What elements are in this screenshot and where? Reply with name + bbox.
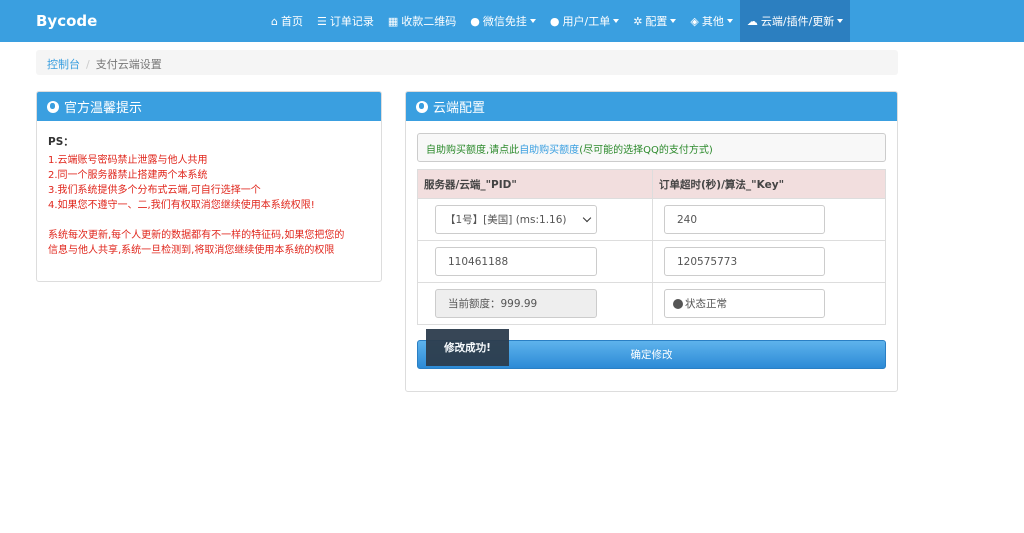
cube-icon: ◈: [690, 14, 699, 28]
globe-icon: [47, 100, 59, 113]
notice-rule-3: 3.我们系统提供多个分布式云端,可自行选择一个: [48, 185, 261, 196]
quota-field: 当前额度：999.99: [435, 289, 597, 318]
cloud-panel-title: 云端配置: [433, 101, 486, 116]
nav-item-users[interactable]: ● 用户/工单: [543, 0, 626, 42]
breadcrumb-current: 支付云端设置: [95, 58, 162, 71]
chevron-down-icon: [582, 213, 592, 223]
nav-item-label: 收款二维码: [401, 15, 457, 28]
nav-item-label: 用户/工单: [562, 15, 611, 28]
nav-item-label: 配置: [645, 15, 668, 28]
globe-icon: [673, 298, 683, 309]
notice-paragraph-line-1: 系统每次更新,每个人更新的数据都有不一样的特征码,如果您把您的: [48, 230, 345, 241]
notice-paragraph-line-2: 信息与他人共享,系统一旦检测到,将取消您继续使用本系统的权限: [48, 245, 335, 256]
nav-item-other[interactable]: ◈ 其他: [683, 0, 739, 42]
home-icon: ⌂: [271, 14, 278, 28]
nav-item-label: 首页: [280, 15, 303, 28]
cloud-panel-heading: 云端配置: [406, 92, 897, 121]
status-field: 状态正常: [664, 289, 825, 318]
server-select-value: 【1号】[美国] (ms:1.16): [445, 214, 567, 226]
nav-item-home[interactable]: ⌂ 首页: [264, 0, 310, 42]
nav-item-wechat[interactable]: ● 微信免挂: [463, 0, 543, 42]
brand-logo[interactable]: Bycode: [36, 12, 97, 30]
key-input[interactable]: 120575773: [664, 247, 825, 276]
table-row: 【1号】[美国] (ms:1.16) 240: [417, 198, 886, 241]
nav-item-label: 云端/插件/更新: [760, 15, 835, 28]
caret-down-icon: [613, 19, 620, 23]
globe-icon: [416, 100, 428, 113]
alert-prefix: 自助购买额度,请点此: [426, 145, 520, 156]
purchase-quota-link[interactable]: 自助购买额度: [519, 145, 579, 156]
status-text: 状态正常: [685, 298, 727, 310]
top-navbar: Bycode ⌂ 首页 ☰ 订单记录 ▦ 收款二维码 ● 微信免挂 ● 用户/工…: [0, 0, 1024, 42]
caret-down-icon: [837, 19, 844, 23]
notice-panel: 官方温馨提示 PS： 1.云端账号密码禁止泄露与他人共用 2.同一个服务器禁止搭…: [36, 91, 382, 282]
user-icon: ●: [549, 14, 560, 28]
server-select[interactable]: 【1号】[美国] (ms:1.16): [435, 205, 597, 234]
notice-ps-label: PS：: [48, 136, 74, 148]
qrcode-icon: ▦: [387, 14, 399, 28]
column-header-timeout: 订单超时(秒)/算法_"Key": [652, 169, 886, 199]
notice-rule-4: 4.如果您不遵守一、二,我们有权取消您继续使用本系统权限!: [48, 200, 315, 211]
alert-suffix: (尽可能的选择QQ的支付方式): [579, 145, 713, 156]
column-header-server: 服务器/云端_"PID": [417, 169, 653, 199]
caret-down-icon: [670, 19, 677, 23]
wechat-icon: ●: [470, 14, 480, 28]
config-table: 服务器/云端_"PID" 订单超时(秒)/算法_"Key" 【1号】[美国] (…: [417, 169, 886, 325]
caret-down-icon: [529, 19, 536, 23]
caret-down-icon: [726, 19, 733, 23]
nav-item-label: 其他: [701, 15, 724, 28]
success-toast: 修改成功!: [426, 329, 509, 366]
notice-rule-2: 2.同一个服务器禁止搭建两个本系统: [48, 170, 208, 181]
timeout-input[interactable]: 240: [664, 205, 825, 234]
notice-panel-title: 官方温馨提示: [64, 101, 143, 116]
purchase-alert: 自助购买额度,请点此自助购买额度(尽可能的选择QQ的支付方式): [417, 133, 886, 162]
notice-body: PS： 1.云端账号密码禁止泄露与他人共用 2.同一个服务器禁止搭建两个本系统 …: [37, 121, 381, 272]
nav-item-config[interactable]: ✲ 配置: [626, 0, 683, 42]
pid-input[interactable]: 110461188: [435, 247, 597, 276]
breadcrumb-separator: /: [86, 58, 90, 71]
cloud-icon: ☁: [746, 14, 758, 28]
nav-item-qrcode[interactable]: ▦ 收款二维码: [381, 0, 463, 42]
table-row: 当前额度：999.99 状态正常: [417, 282, 886, 325]
notice-panel-heading: 官方温馨提示: [37, 92, 381, 121]
breadcrumb-home-link[interactable]: 控制台: [47, 58, 80, 71]
notice-rule-1: 1.云端账号密码禁止泄露与他人共用: [48, 155, 208, 166]
nav-item-orders[interactable]: ☰ 订单记录: [310, 0, 381, 42]
list-icon: ☰: [316, 14, 327, 28]
gear-icon: ✲: [633, 14, 643, 28]
breadcrumb: 控制台 / 支付云端设置: [36, 50, 898, 75]
nav-item-label: 订单记录: [329, 15, 374, 28]
nav-item-cloud[interactable]: ☁ 云端/插件/更新: [739, 0, 851, 42]
table-row: 110461188 120575773: [417, 240, 886, 283]
nav-item-label: 微信免挂: [482, 15, 527, 28]
table-header-row: 服务器/云端_"PID" 订单超时(秒)/算法_"Key": [417, 169, 886, 199]
main-nav: ⌂ 首页 ☰ 订单记录 ▦ 收款二维码 ● 微信免挂 ● 用户/工单 ✲ 配置 …: [264, 0, 851, 42]
